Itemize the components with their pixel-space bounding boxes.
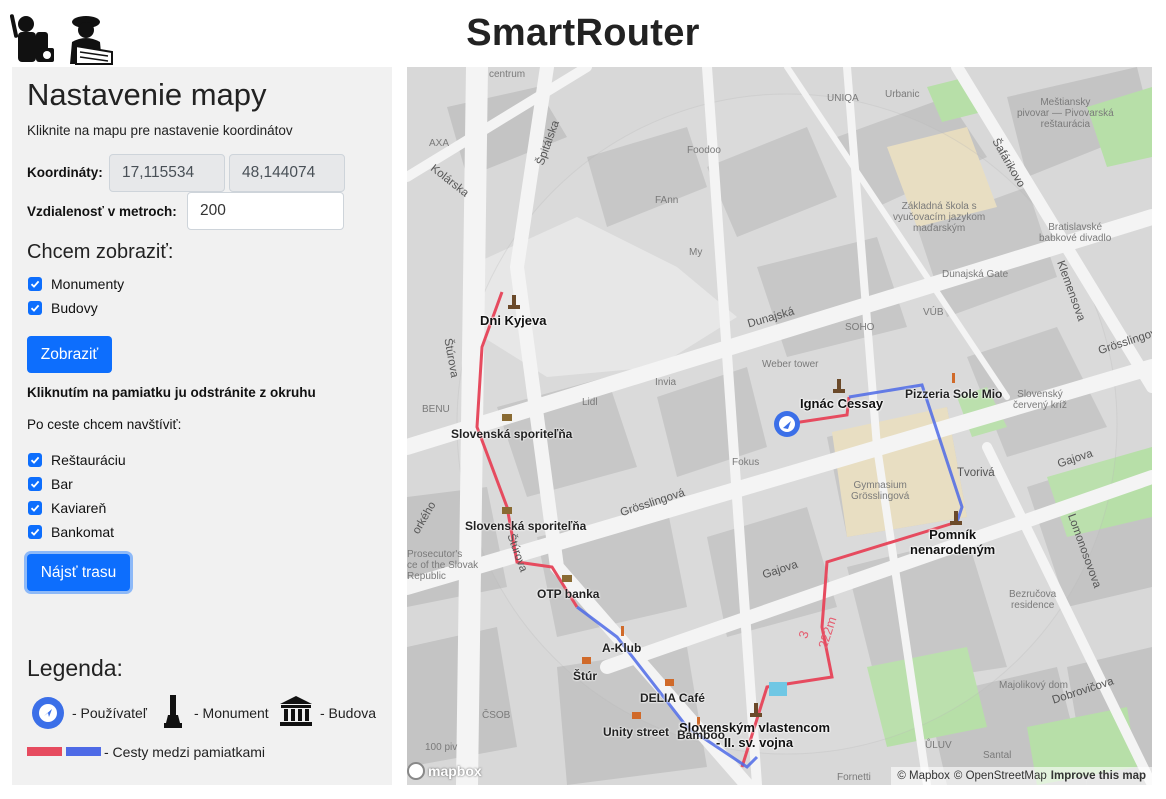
map-label-urbanic: Urbanic bbox=[885, 89, 920, 100]
map-label-bratislavske: Bratislavské babkové divadlo bbox=[1039, 222, 1112, 244]
map-label-vub: VÚB bbox=[923, 307, 944, 318]
show-button[interactable]: Zobraziť bbox=[27, 336, 112, 373]
longitude-field[interactable]: 17,115534 bbox=[109, 154, 225, 192]
map-label-uniqa: UNIQA bbox=[827, 93, 859, 104]
distance-label: Vzdialenosť v metroch: bbox=[27, 204, 177, 219]
coords-label: Koordináty: bbox=[27, 165, 103, 180]
map-label-fokus: Fokus bbox=[732, 457, 760, 468]
legend-building-label: - Budova bbox=[320, 705, 377, 721]
panel-title: Nastavenie mapy bbox=[27, 77, 267, 112]
poi-otp[interactable]: OTP banka bbox=[537, 587, 599, 601]
mapbox-icon bbox=[407, 762, 425, 780]
checkbox-label: Kaviareň bbox=[51, 500, 107, 516]
app-title: SmartRouter bbox=[466, 12, 700, 54]
panel-hint: Kliknite na mapu pre nastavenie koordiná… bbox=[27, 123, 293, 138]
poi-sporitelna-1[interactable]: Slovenská sporiteľňa bbox=[451, 427, 572, 441]
poi-bamboo[interactable]: Bamboo bbox=[677, 728, 725, 742]
poi-stur[interactable]: Štúr bbox=[573, 669, 597, 683]
checkbox-checked-icon[interactable] bbox=[28, 301, 42, 315]
blue-path-swatch bbox=[66, 747, 101, 756]
map-label-cerveny: Slovenský červený kríž bbox=[1013, 389, 1067, 411]
map-label-weber: Weber tower bbox=[762, 359, 819, 370]
map-label-csob: ČSOB bbox=[482, 710, 511, 721]
mapbox-logo-text: mapbox bbox=[428, 763, 482, 779]
map-label-prosecutor: Prosecutor's ce of the Slovak Republic bbox=[407, 549, 479, 582]
poi-sporitelna-2[interactable]: Slovenská sporiteľňa bbox=[465, 519, 586, 533]
map-label-100piv: 100 piv bbox=[425, 742, 458, 753]
checkbox-budovy[interactable]: Budovy bbox=[28, 298, 98, 318]
map-label-mestiansky: Meštiansky pivovar — Pivovarská reštaurá… bbox=[1017, 97, 1114, 130]
map-label-fornetti: Fornetti bbox=[837, 772, 871, 783]
map-label-lidl: Lidl bbox=[582, 397, 598, 408]
attrib-mapbox[interactable]: © Mapbox bbox=[897, 770, 950, 782]
map-label-zakladna: Základná škola s vyučovacím jazykom maďa… bbox=[893, 201, 986, 234]
map-label-foodoo: Foodoo bbox=[687, 145, 721, 156]
distance-input[interactable]: 200 bbox=[187, 192, 344, 230]
checkbox-label: Bar bbox=[51, 476, 73, 492]
checkbox-kaviaren[interactable]: Kaviareň bbox=[28, 498, 106, 518]
map-attribution: © Mapbox © OpenStreetMap Improve this ma… bbox=[891, 767, 1152, 785]
mapbox-logo[interactable]: mapbox bbox=[407, 762, 482, 780]
map-label-bezrucova: Bezručova residence bbox=[1009, 589, 1057, 611]
checkbox-checked-icon[interactable] bbox=[28, 277, 42, 291]
poi-delia[interactable]: DELIA Café bbox=[640, 691, 705, 705]
map-label-soho: SOHO bbox=[845, 322, 875, 333]
checkbox-bankomat[interactable]: Bankomat bbox=[28, 522, 114, 542]
poi-aklub[interactable]: A-Klub bbox=[602, 641, 641, 655]
map-label-fann: FAnn bbox=[655, 195, 679, 206]
legend-paths-label: - Cesty medzi pamiatkami bbox=[104, 744, 266, 760]
map-label-ulov: ŮLUV bbox=[925, 740, 952, 751]
checkbox-label: Reštauráciu bbox=[51, 452, 126, 468]
checkbox-label: Budovy bbox=[51, 300, 98, 316]
map-label-gymnazium: Gymnasium Grösslingová bbox=[851, 480, 910, 502]
checkbox-monumenty[interactable]: Monumenty bbox=[28, 274, 124, 294]
legend-user-label: - Používateľ bbox=[72, 705, 147, 721]
poi-pomnik[interactable]: Pomník nenarodeným bbox=[910, 527, 995, 557]
checkbox-checked-icon[interactable] bbox=[28, 525, 42, 539]
street-tvoriva: Tvorivá bbox=[957, 467, 995, 479]
map-label-santal: Santal bbox=[983, 750, 1012, 761]
monument-icon bbox=[162, 693, 184, 729]
map-canvas[interactable]: centrum AXA UNIQA Urbanic Foodoo FAnn My… bbox=[407, 67, 1152, 785]
map-label-axa: AXA bbox=[429, 138, 450, 149]
building-icon bbox=[279, 695, 313, 727]
map-label-benu: BENU bbox=[422, 404, 450, 415]
map-label-centrum: centrum bbox=[489, 69, 526, 80]
user-icon bbox=[32, 697, 64, 729]
find-route-button[interactable]: Nájsť trasu bbox=[27, 554, 130, 591]
visit-heading: Po ceste chcem navštíviť: bbox=[27, 417, 182, 432]
poi-unity[interactable]: Unity street bbox=[603, 725, 669, 739]
map-settings-panel: Nastavenie mapy Kliknite na mapu pre nas… bbox=[12, 67, 392, 785]
poi-dni-kyjeva[interactable]: Dni Kyjeva bbox=[480, 313, 546, 328]
checkbox-restauraciu[interactable]: Reštauráciu bbox=[28, 450, 126, 470]
checkbox-bar[interactable]: Bar bbox=[28, 474, 73, 494]
poi-ignac-cessay[interactable]: Ignác Cessay bbox=[800, 396, 883, 411]
show-heading: Chcem zobraziť: bbox=[27, 241, 174, 263]
checkbox-checked-icon[interactable] bbox=[28, 453, 42, 467]
map-label-invia: Invia bbox=[655, 377, 677, 388]
map-label-majolikovy: Majolikový dom bbox=[999, 680, 1068, 691]
map-label-my: My bbox=[689, 247, 703, 258]
checkbox-checked-icon[interactable] bbox=[28, 477, 42, 491]
checkbox-checked-icon[interactable] bbox=[28, 501, 42, 515]
remove-hint: Kliknutím na pamiatku ju odstránite z ok… bbox=[27, 385, 316, 400]
map-label-dunajska-gate: Dunajská Gate bbox=[942, 269, 1009, 280]
checkbox-label: Bankomat bbox=[51, 524, 115, 540]
latitude-field[interactable]: 48,144074 bbox=[229, 154, 345, 192]
red-path-swatch bbox=[27, 747, 62, 756]
poi-pizzeria[interactable]: Pizzeria Sole Mio bbox=[905, 387, 1002, 401]
attrib-osm[interactable]: © OpenStreetMap bbox=[954, 770, 1047, 782]
map-basemap bbox=[407, 67, 1152, 785]
legend-monument-label: - Monument bbox=[194, 705, 269, 721]
legend-title: Legenda: bbox=[27, 655, 123, 681]
checkbox-label: Monumenty bbox=[51, 276, 125, 292]
attrib-improve[interactable]: Improve this map bbox=[1051, 770, 1146, 782]
